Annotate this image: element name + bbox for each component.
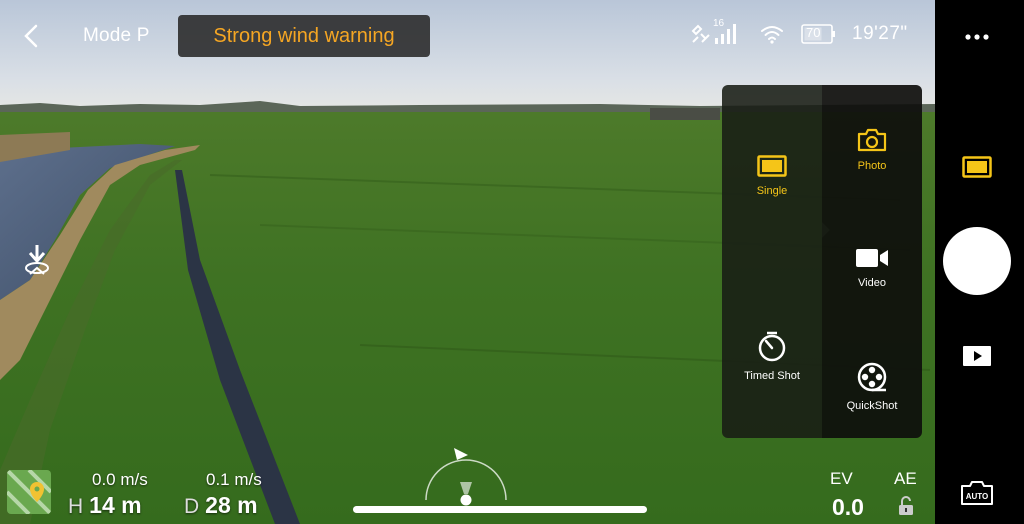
- submode-timed-shot[interactable]: Timed Shot: [722, 330, 822, 382]
- playback-button[interactable]: [962, 344, 992, 368]
- photo-mode-toggle[interactable]: [962, 155, 992, 179]
- return-to-home-button[interactable]: [22, 243, 52, 279]
- auto-label: AUTO: [966, 492, 989, 501]
- battery-percent: 70: [806, 25, 821, 40]
- attitude-indicator: [420, 442, 512, 512]
- selection-pointer: [822, 222, 830, 238]
- auto-settings-button[interactable]: AUTO: [960, 480, 994, 506]
- height-telemetry: 0.0 m/s H 14 m: [68, 470, 148, 519]
- wifi-icon: [761, 26, 783, 44]
- battery-status[interactable]: 70: [801, 22, 837, 46]
- compass-icon: [425, 448, 507, 506]
- more-dots-icon: [965, 34, 989, 40]
- flight-mode-label[interactable]: Mode P: [83, 25, 150, 47]
- home-indicator-bar[interactable]: [353, 506, 647, 513]
- height-key: H: [68, 495, 84, 518]
- distance-key: D: [184, 495, 200, 518]
- map-thumbnail-button[interactable]: [7, 470, 51, 514]
- satellite-count: 16: [713, 18, 725, 29]
- wifi-status[interactable]: [760, 22, 784, 46]
- ev-label: EV: [830, 469, 853, 488]
- back-button[interactable]: [18, 22, 46, 50]
- single-frame-icon: [962, 156, 992, 178]
- gps-status[interactable]: 16: [690, 18, 746, 46]
- more-options-button[interactable]: [964, 27, 990, 47]
- mode-photo[interactable]: Photo: [822, 128, 922, 172]
- submode-column: [722, 85, 822, 438]
- height-value: 14 m: [89, 492, 142, 518]
- camera-auto-icon: AUTO: [961, 481, 993, 505]
- distance-telemetry: 0.1 m/s D 28 m: [184, 470, 262, 519]
- horizontal-speed: 0.1 m/s: [206, 470, 262, 489]
- mode-label: QuickShot: [846, 400, 898, 412]
- single-frame-icon: [757, 155, 787, 177]
- wind-warning-banner[interactable]: Strong wind warning: [178, 15, 430, 57]
- chevron-left-icon: [24, 24, 38, 48]
- mode-label: Video: [858, 277, 886, 289]
- submode-label: Timed Shot: [744, 370, 800, 382]
- satellite-icon: [691, 24, 710, 43]
- mode-label: Photo: [857, 160, 887, 172]
- camera-icon: [857, 128, 887, 152]
- unlock-icon: [899, 496, 913, 515]
- ev-value[interactable]: 0.0: [832, 494, 864, 521]
- flight-time-remaining: 19'27": [852, 23, 908, 44]
- mode-quickshot[interactable]: QuickShot: [822, 362, 922, 412]
- ae-lock-button[interactable]: [897, 496, 915, 516]
- map-pin-icon: [7, 470, 51, 514]
- video-camera-icon: [856, 249, 888, 267]
- mode-video[interactable]: Video: [822, 247, 922, 289]
- shooting-mode-panel: Single Timed Shot Photo Video QuickShot: [722, 85, 922, 438]
- submode-single[interactable]: Single: [722, 155, 822, 197]
- return-home-icon: [25, 245, 49, 275]
- distance-value: 28 m: [205, 492, 258, 518]
- shutter-button[interactable]: [943, 227, 1011, 295]
- timer-icon: [758, 331, 786, 362]
- film-reel-icon: [857, 362, 887, 392]
- submode-label: Single: [756, 185, 788, 197]
- vertical-speed: 0.0 m/s: [92, 470, 148, 489]
- ae-label: AE: [894, 469, 917, 488]
- play-icon: [963, 346, 991, 366]
